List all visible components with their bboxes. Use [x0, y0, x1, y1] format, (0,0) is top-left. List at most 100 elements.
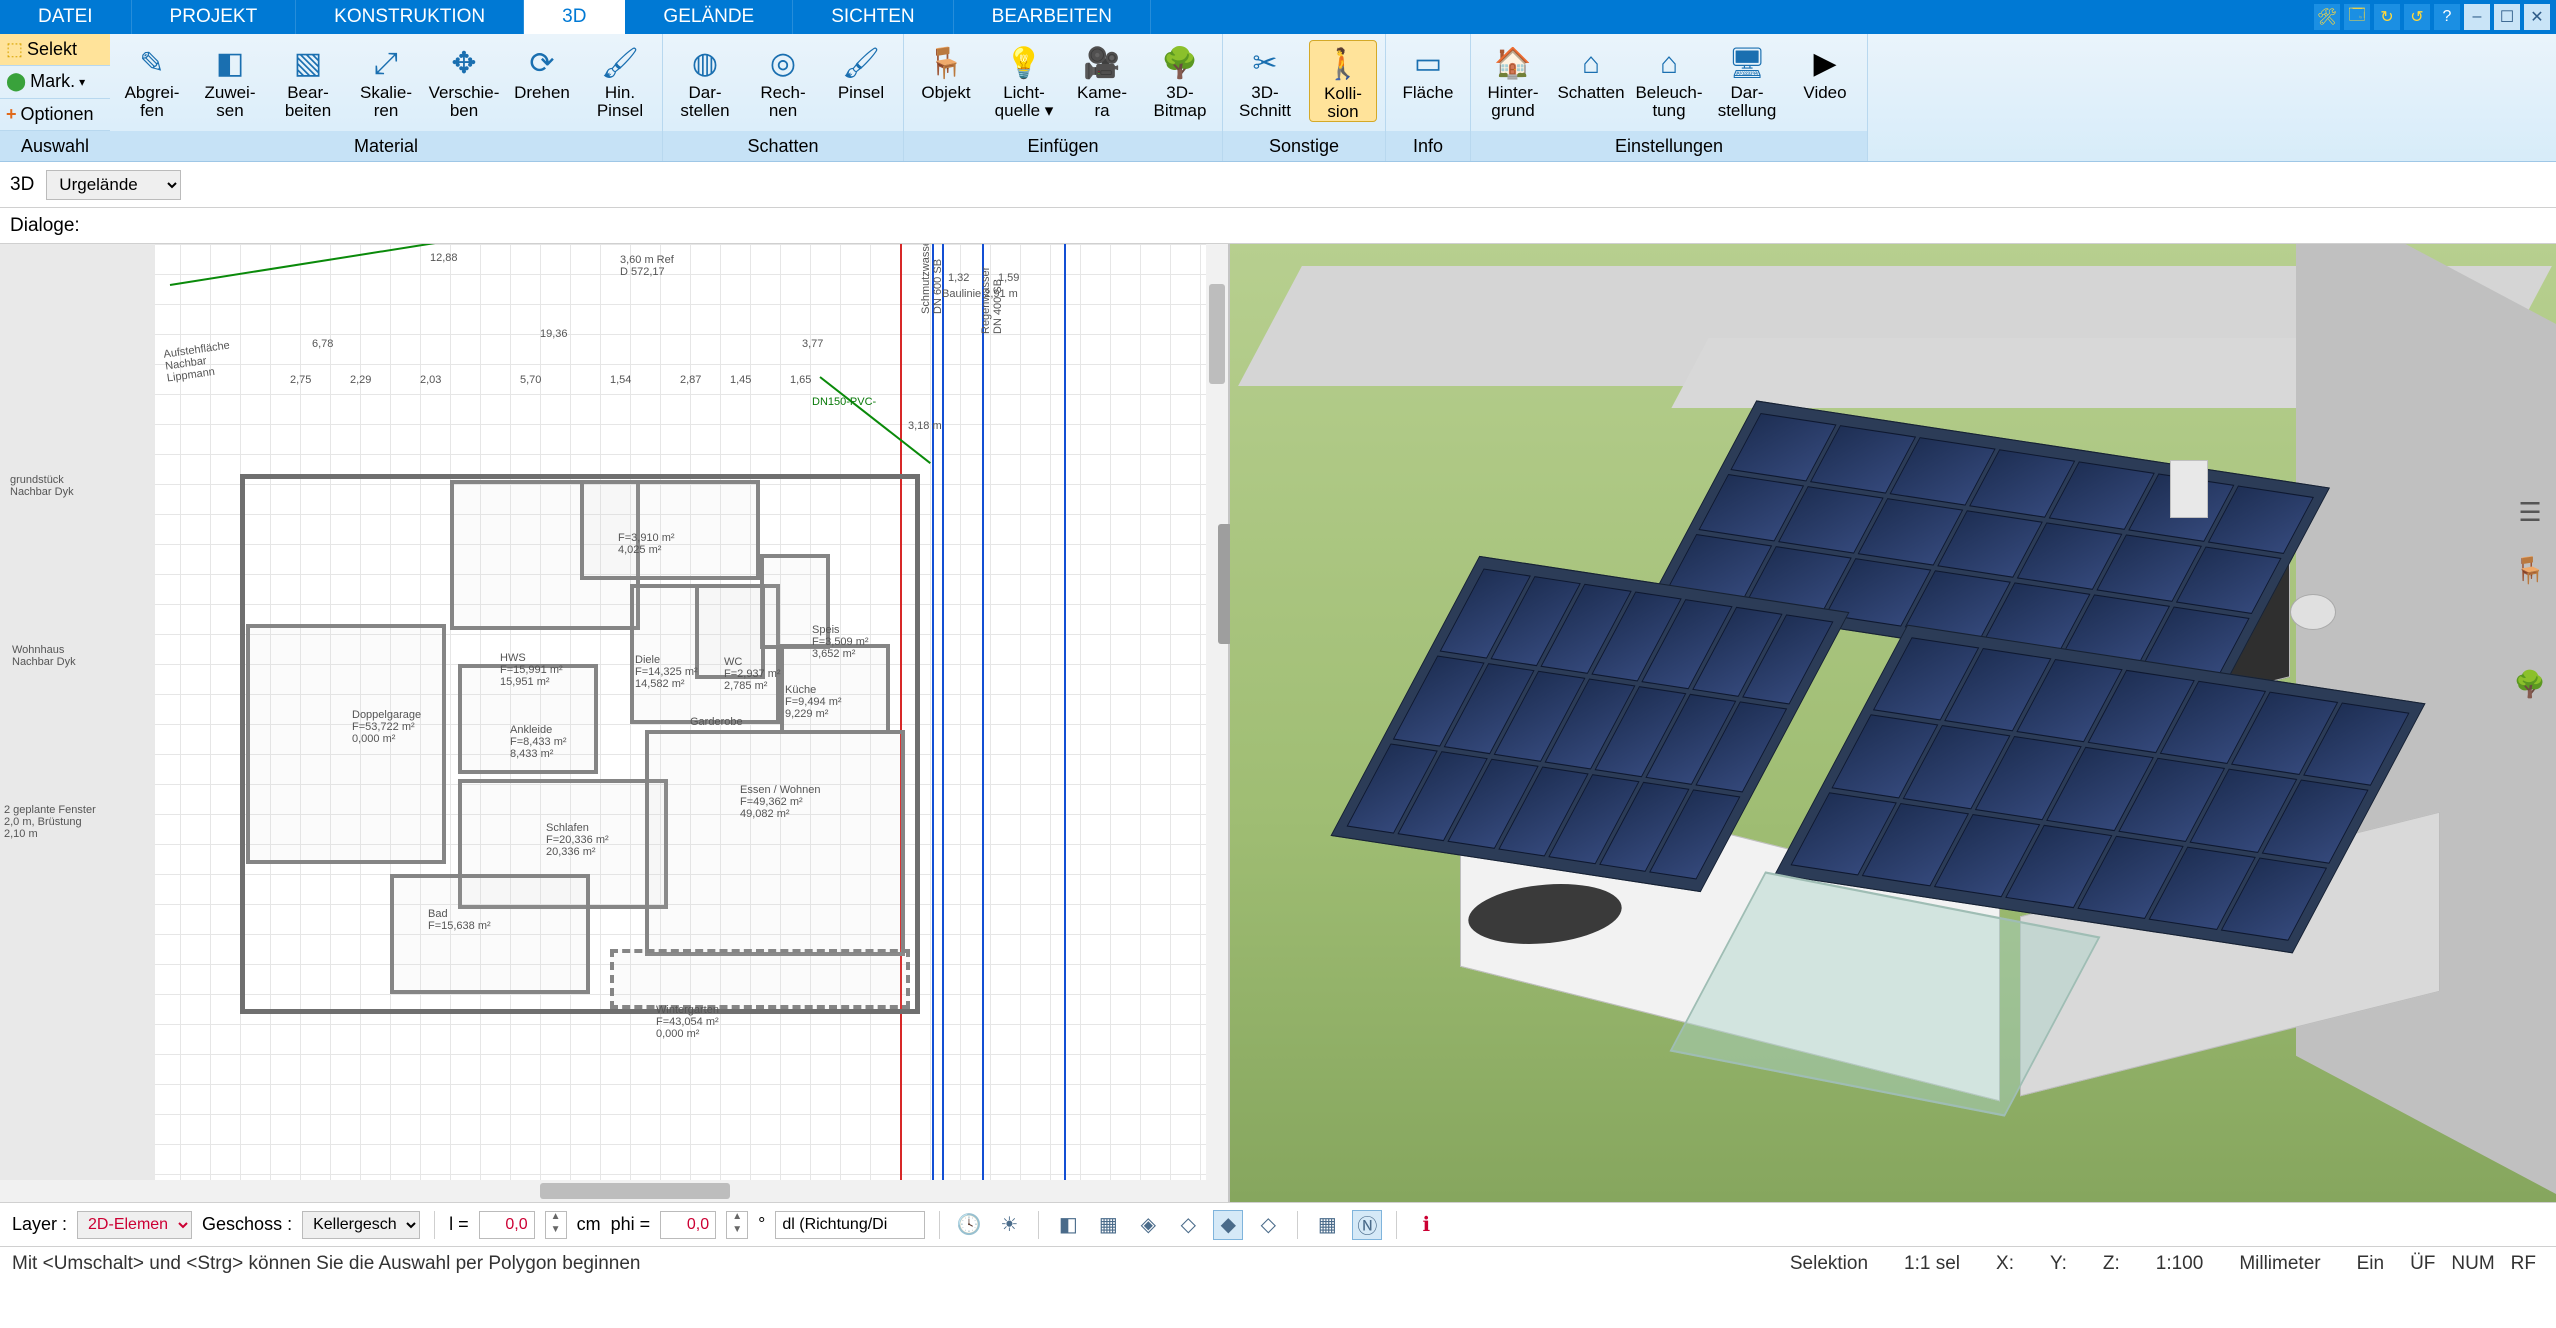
stack-icon[interactable]: ◈ — [1133, 1210, 1163, 1240]
tool-3d-schnitt[interactable]: ✂3D-Schnitt — [1231, 40, 1299, 120]
maximize-icon[interactable]: ☐ — [2494, 4, 2520, 30]
layers2-icon[interactable]: ▦ — [1093, 1210, 1123, 1240]
tab-3d[interactable]: 3D — [524, 0, 625, 34]
label-grund: grundstück Nachbar Dyk — [10, 474, 74, 498]
group-auswahl: Auswahl — [0, 131, 110, 161]
status-ratio: 1:1 sel — [1886, 1253, 1978, 1275]
redo-icon[interactable]: ↻ — [2374, 4, 2400, 30]
tool-verschieben[interactable]: ✥Verschie-ben — [430, 40, 498, 120]
tool-darstellen[interactable]: ◍Dar-stellen — [671, 40, 739, 120]
tool-objekt[interactable]: 🪑Objekt — [912, 40, 980, 102]
chimney — [2170, 460, 2208, 518]
selekt-button[interactable]: ⬚Selekt — [0, 34, 110, 66]
label-kueche: Küche F=9,494 m² 9,229 m² — [785, 684, 842, 720]
label-schmutz: Schmutzwasser DN 600 SB — [920, 244, 944, 314]
tool-schatten[interactable]: ⌂Schatten — [1557, 40, 1625, 102]
tree-icon[interactable]: 🌳 — [2512, 666, 2548, 702]
minimize-icon[interactable]: – — [2464, 4, 2490, 30]
tool-beleuchtung[interactable]: ⌂Beleuch-tung — [1635, 40, 1703, 120]
layer-select[interactable]: 2D-Elemen — [77, 1211, 192, 1239]
group-label-einstellungen: Einstellungen — [1471, 131, 1867, 161]
label-bl: 3,18 m — [908, 420, 942, 432]
right-tool-strip: ☰ 🪑 🌳 — [2508, 494, 2552, 702]
phi-input[interactable] — [660, 1211, 716, 1239]
viewport-3d[interactable] — [1230, 244, 2556, 1202]
optionen-button[interactable]: +Optionen — [0, 99, 110, 131]
status-scale: 1:100 — [2138, 1253, 2222, 1275]
tool-video[interactable]: ▶Video — [1791, 40, 1859, 102]
undo-icon[interactable]: ↺ — [2404, 4, 2430, 30]
group-material: ✎Abgrei-fen ◧Zuwei-sen ▧Bear-beiten ⤢Ska… — [110, 34, 663, 161]
save-icon[interactable]: 🗔 — [2344, 4, 2370, 30]
l-input[interactable] — [479, 1211, 535, 1239]
tab-datei[interactable]: DATEI — [0, 0, 132, 34]
geschoss-select[interactable]: Kellergesch — [302, 1211, 420, 1239]
l-unit: cm — [577, 1214, 601, 1235]
dim-r8: 1,65 — [790, 374, 811, 386]
scrollbar-h[interactable] — [0, 1180, 1228, 1202]
grid-icon[interactable]: ▦ — [1312, 1210, 1342, 1240]
dim-r5: 1,54 — [610, 374, 631, 386]
tool-pinsel[interactable]: 🖌Pinsel — [827, 40, 895, 102]
tool-rechnen[interactable]: ◎Rech-nen — [749, 40, 817, 120]
tool-bearbeiten[interactable]: ▧Bear-beiten — [274, 40, 342, 120]
utility-blue-1 — [932, 244, 934, 1202]
terrain-select[interactable]: Urgelände — [46, 170, 181, 200]
label-ankleide: Ankleide F=8,433 m² 8,433 m² — [510, 724, 567, 760]
tool-zuweisen[interactable]: ◧Zuwei-sen — [196, 40, 264, 120]
diamond-icon[interactable]: ◇ — [1173, 1210, 1203, 1240]
dl-input[interactable] — [775, 1211, 925, 1239]
sun-icon[interactable]: ☀ — [994, 1210, 1024, 1240]
tool-drehen[interactable]: ⟳Drehen — [508, 40, 576, 102]
tools-icon[interactable]: 🛠 — [2314, 4, 2340, 30]
scrollbar-v[interactable] — [1206, 244, 1228, 1180]
room-top — [580, 480, 760, 580]
group-einfuegen: 🪑Objekt 💡Licht-quelle ▾ 🎥Kame-ra 🌳3D-Bit… — [904, 34, 1223, 161]
cube-icon[interactable]: ◧ — [1053, 1210, 1083, 1240]
group-einstellungen: 🏠Hinter-grund ⌂Schatten ⌂Beleuch-tung 🖥D… — [1471, 34, 1868, 161]
tab-gelaende[interactable]: GELÄNDE — [625, 0, 793, 34]
tool-kollision[interactable]: 🚶Kolli-sion — [1309, 40, 1377, 122]
phi-spinner[interactable]: ▲▼ — [726, 1211, 748, 1239]
dim-r3: 2,03 — [420, 374, 441, 386]
tool-hintergrund[interactable]: 🏠Hinter-grund — [1479, 40, 1547, 120]
status-y: Y: — [2032, 1253, 2085, 1275]
tab-projekt[interactable]: PROJEKT — [132, 0, 297, 34]
scroll-thumb-v[interactable] — [1209, 284, 1225, 384]
tab-bearbeiten[interactable]: BEARBEITEN — [954, 0, 1151, 34]
l-spinner[interactable]: ▲▼ — [545, 1211, 567, 1239]
diamond3-icon[interactable]: ◇ — [1253, 1210, 1283, 1240]
dialoge-label: Dialoge: — [0, 208, 2556, 244]
label-bauliche: Baulinie 2,91 m — [942, 288, 1018, 300]
tool-lichtquelle[interactable]: 💡Licht-quelle ▾ — [990, 40, 1058, 120]
viewport-2d[interactable]: Doppelgarage F=53,722 m² 0,000 m² Anklei… — [0, 244, 1230, 1202]
phi-label: phi = — [611, 1214, 651, 1235]
status-z: Z: — [2085, 1253, 2138, 1275]
tool-abgreifen[interactable]: ✎Abgrei-fen — [118, 40, 186, 120]
clock-icon[interactable]: 🕓 — [954, 1210, 984, 1240]
label-d2: 1,59 — [998, 272, 1019, 284]
tool-darstellung[interactable]: 🖥Dar-stellung — [1713, 40, 1781, 120]
tab-sichten[interactable]: SICHTEN — [793, 0, 953, 34]
furniture-icon[interactable]: 🪑 — [2512, 552, 2548, 588]
tab-konstruktion[interactable]: KONSTRUKTION — [296, 0, 524, 34]
north-icon[interactable]: Ⓝ — [1352, 1210, 1382, 1240]
label-speis: Speis F=3,509 m² 3,652 m² — [812, 624, 869, 660]
workspace: Doppelgarage F=53,722 m² 0,000 m² Anklei… — [0, 244, 2556, 1202]
diamond2-icon[interactable]: ◆ — [1213, 1210, 1243, 1240]
greyband — [0, 244, 155, 1202]
tool-kamera[interactable]: 🎥Kame-ra — [1068, 40, 1136, 120]
group-label-schatten: Schatten — [663, 131, 903, 161]
tool-skalieren[interactable]: ⤢Skalie-ren — [352, 40, 420, 120]
tool-flaeche[interactable]: ▭Fläche — [1394, 40, 1462, 102]
tool-hin-pinsel[interactable]: 🖌Hin.Pinsel — [586, 40, 654, 120]
info-icon[interactable]: ℹ — [1411, 1210, 1441, 1240]
layers-icon[interactable]: ☰ — [2512, 494, 2548, 530]
close-icon[interactable]: ✕ — [2524, 4, 2550, 30]
mark-button[interactable]: ⬤Mark. ▾ — [0, 66, 110, 98]
dim-r2: 2,29 — [350, 374, 371, 386]
scroll-thumb-h[interactable] — [540, 1183, 730, 1199]
help-icon[interactable]: ? — [2434, 4, 2460, 30]
tool-3d-bitmap[interactable]: 🌳3D-Bitmap — [1146, 40, 1214, 120]
palette-icon[interactable] — [2513, 610, 2547, 644]
